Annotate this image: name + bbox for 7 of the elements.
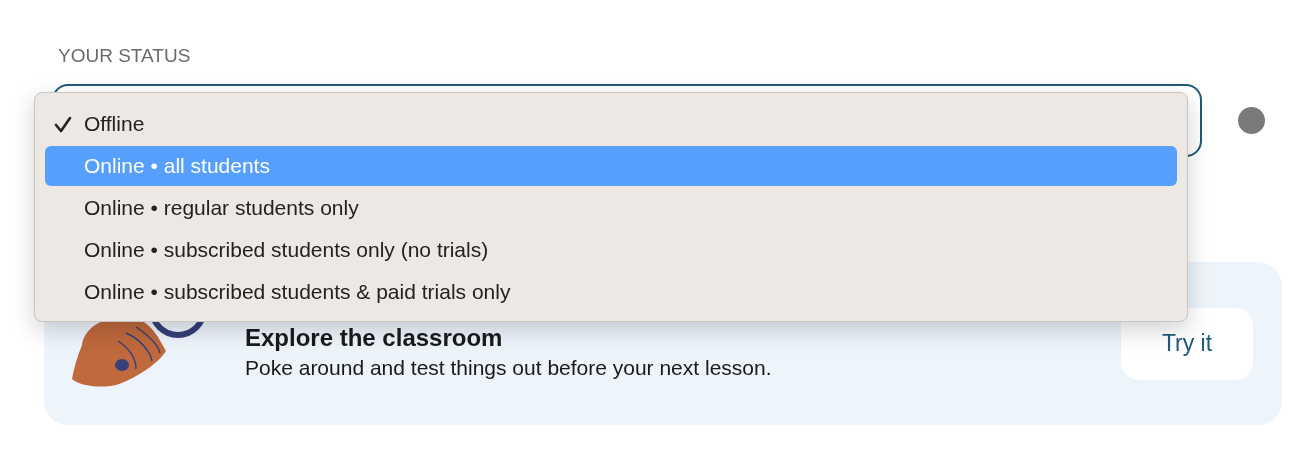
- menu-item[interactable]: Online • regular students only: [45, 188, 1177, 228]
- promo-title: Explore the classroom: [245, 322, 504, 353]
- menu-item[interactable]: Online • subscribed students only (no trials): [45, 230, 1177, 270]
- menu-item[interactable]: Offline: [45, 104, 1177, 144]
- checkmark-icon: [54, 116, 72, 134]
- section-label: YOUR STATUS: [58, 44, 191, 68]
- promo-description: Poke around and test things out before your next lesson.: [245, 354, 772, 381]
